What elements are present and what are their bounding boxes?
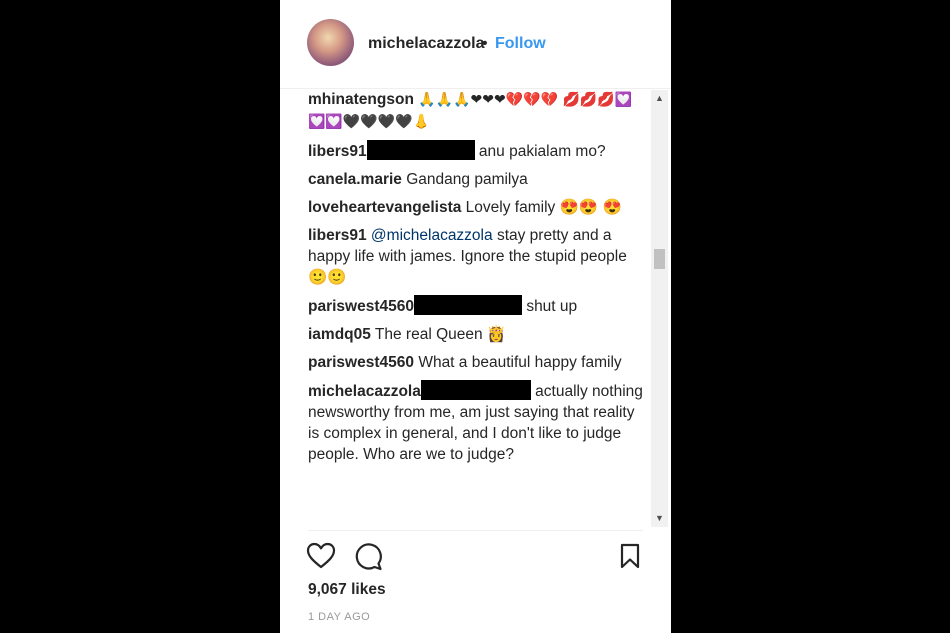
comment: canela.marie Gandang pamilya xyxy=(308,169,646,190)
comments-scrollbar[interactable]: ▲ ▼ xyxy=(651,90,668,527)
actions-divider xyxy=(308,530,643,531)
redaction-box xyxy=(366,140,475,160)
heart-icon[interactable] xyxy=(305,540,337,572)
comment-text: shut up xyxy=(526,298,578,315)
comment-username[interactable]: loveheartevangelista xyxy=(308,199,461,216)
post-username[interactable]: michelacazzola xyxy=(368,35,485,53)
comment: mhinatengson 🙏🙏🙏❤❤❤💔💔💔 💋💋💋💟💟💟🖤🖤🖤🖤👃 xyxy=(308,89,646,133)
comment-text: anu pakialam mo? xyxy=(478,143,606,160)
post-header: michelacazzola • Follow xyxy=(280,0,671,89)
comment: libers91 @michelacazzola stay pretty and… xyxy=(308,225,646,288)
comment-username[interactable]: pariswest4560 xyxy=(308,354,414,371)
scrollbar-thumb[interactable] xyxy=(654,249,665,269)
comment: iamdq05 The real Queen 👸 xyxy=(308,324,646,345)
bookmark-icon[interactable] xyxy=(614,540,646,572)
comments-list[interactable]: mhinatengson 🙏🙏🙏❤❤❤💔💔💔 💋💋💋💟💟💟🖤🖤🖤🖤👃 liber… xyxy=(308,89,646,529)
comment: loveheartevangelista Lovely family 😍😍 😍 xyxy=(308,197,646,218)
comment-username[interactable]: libers91 xyxy=(308,143,367,160)
comment-bubble-icon[interactable] xyxy=(352,540,384,572)
comment-text: The real Queen 👸 xyxy=(374,326,507,343)
redaction-box xyxy=(420,380,531,400)
redaction-box xyxy=(414,295,522,315)
comment-text: Gandang pamilya xyxy=(406,171,528,188)
comment-text: Lovely family 😍😍 😍 xyxy=(465,199,622,216)
scroll-up-arrow-icon[interactable]: ▲ xyxy=(651,90,668,107)
comment-username[interactable]: iamdq05 xyxy=(308,326,371,343)
comment-username[interactable]: libers91 xyxy=(308,227,367,244)
comment: pariswest4560 shut up xyxy=(308,295,646,317)
comment-username[interactable]: canela.marie xyxy=(308,171,402,188)
comment-username[interactable]: mhinatengson xyxy=(308,91,414,108)
comment: pariswest4560 What a beautiful happy fam… xyxy=(308,352,646,373)
post-timestamp[interactable]: 1 DAY AGO xyxy=(308,611,370,623)
comment-mention[interactable]: @michelacazzola xyxy=(371,227,493,244)
comment-text: What a beautiful happy family xyxy=(418,354,622,371)
comment: michelacazzola actually nothing newswort… xyxy=(308,380,646,465)
comment: libers91 anu pakialam mo? xyxy=(308,140,646,162)
likes-count[interactable]: 9,067 likes xyxy=(308,581,386,599)
post-panel: michelacazzola • Follow mhinatengson 🙏🙏🙏… xyxy=(280,0,671,633)
separator-dot: • xyxy=(482,35,488,52)
comment-username[interactable]: pariswest4560 xyxy=(308,298,414,315)
scroll-down-arrow-icon[interactable]: ▼ xyxy=(651,510,668,527)
follow-button[interactable]: Follow xyxy=(495,35,546,53)
avatar[interactable] xyxy=(307,19,354,66)
comment-username[interactable]: michelacazzola xyxy=(308,383,421,400)
